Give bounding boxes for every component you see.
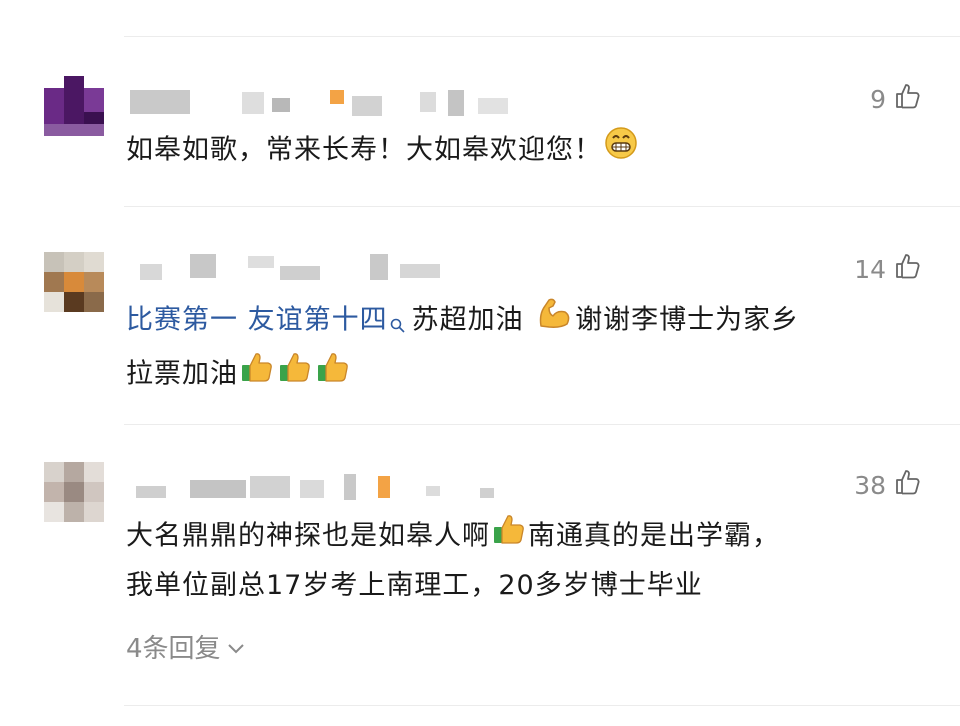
like-button[interactable]: 14 bbox=[854, 252, 922, 286]
avatar[interactable] bbox=[44, 76, 104, 136]
comment-text-part: 如皋如歌，常来长寿！大如皋欢迎您！ bbox=[126, 134, 602, 166]
thumbs-up-icon bbox=[492, 512, 526, 562]
thumbs-up-icon bbox=[240, 350, 274, 400]
comment-text-part: 谢谢李博士为家乡 bbox=[575, 304, 800, 336]
like-button[interactable]: 9 bbox=[870, 82, 922, 116]
flexed-biceps-icon bbox=[535, 296, 573, 346]
grinning-face-icon bbox=[604, 126, 638, 176]
comment-text: 比赛第一 友谊第十四 苏超加油 谢谢李博士为家乡 拉票加油 bbox=[126, 296, 920, 400]
comment-text-part: 我单位副总17岁考上南理工，20多岁博士毕业 bbox=[126, 570, 703, 601]
divider bbox=[124, 36, 960, 37]
thumbs-up-icon bbox=[316, 350, 350, 400]
comment-text-part: 大名鼎鼎的神探也是如皋人啊 bbox=[126, 520, 490, 552]
search-icon bbox=[390, 302, 406, 350]
like-count: 14 bbox=[854, 254, 886, 284]
avatar[interactable] bbox=[44, 252, 104, 312]
like-icon bbox=[894, 252, 922, 286]
divider bbox=[124, 206, 960, 207]
like-count: 38 bbox=[854, 470, 886, 500]
divider bbox=[124, 705, 960, 706]
avatar[interactable] bbox=[44, 462, 104, 522]
like-button[interactable]: 38 bbox=[854, 468, 922, 502]
like-icon bbox=[894, 82, 922, 116]
topic-link[interactable]: 比赛第一 友谊第十四 bbox=[126, 305, 388, 336]
view-replies-button[interactable]: 4条回复 bbox=[126, 628, 245, 665]
replies-label: 4条回复 bbox=[126, 634, 221, 664]
username-blurred[interactable] bbox=[130, 250, 550, 280]
username-blurred[interactable] bbox=[130, 86, 550, 116]
comment-text-part: 南通真的是出学霸， bbox=[528, 520, 780, 552]
like-count: 9 bbox=[870, 84, 886, 114]
like-icon bbox=[894, 468, 922, 502]
chevron-down-icon bbox=[227, 632, 245, 662]
comment-text: 如皋如歌，常来长寿！大如皋欢迎您！ bbox=[126, 126, 920, 176]
comment-text-part: 苏超加油 bbox=[411, 304, 524, 336]
comment-text: 大名鼎鼎的神探也是如皋人啊 南通真的是出学霸， 我单位副总17岁考上南理工，20多… bbox=[126, 512, 920, 610]
thumbs-up-icon bbox=[278, 350, 312, 400]
divider bbox=[124, 424, 960, 425]
comment-text-part: 拉票加油 bbox=[126, 358, 238, 390]
username-blurred[interactable] bbox=[130, 470, 550, 500]
